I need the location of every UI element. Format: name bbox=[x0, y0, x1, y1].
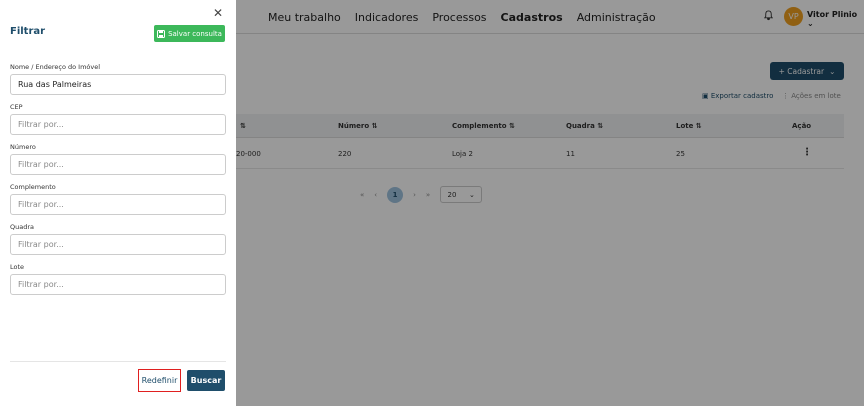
floppy-icon bbox=[157, 29, 166, 38]
cep-input[interactable] bbox=[10, 114, 226, 135]
label-quadra: Quadra bbox=[10, 223, 35, 231]
search-button[interactable]: Buscar bbox=[187, 370, 225, 391]
footer-divider bbox=[10, 361, 226, 362]
lote-input[interactable] bbox=[10, 274, 226, 295]
label-nome-endereco: Nome / Endereço do Imóvel bbox=[10, 63, 101, 71]
filter-title: Filtrar bbox=[10, 26, 46, 37]
save-query-button[interactable]: Salvar consulta bbox=[154, 25, 225, 42]
label-lote: Lote bbox=[10, 263, 25, 271]
save-query-label: Salvar consulta bbox=[168, 29, 222, 38]
nome-endereco-input[interactable] bbox=[10, 74, 226, 95]
quadra-input[interactable] bbox=[10, 234, 226, 255]
numero-input[interactable] bbox=[10, 154, 226, 175]
label-numero: Número bbox=[10, 143, 36, 151]
label-complemento: Complemento bbox=[10, 183, 56, 191]
filter-drawer: ✕ Filtrar Salvar consulta Nome / Endereç… bbox=[0, 0, 236, 406]
reset-button[interactable]: Redefinir bbox=[138, 369, 181, 392]
complemento-input[interactable] bbox=[10, 194, 226, 215]
close-icon[interactable]: ✕ bbox=[213, 6, 223, 20]
label-cep: CEP bbox=[10, 103, 23, 111]
